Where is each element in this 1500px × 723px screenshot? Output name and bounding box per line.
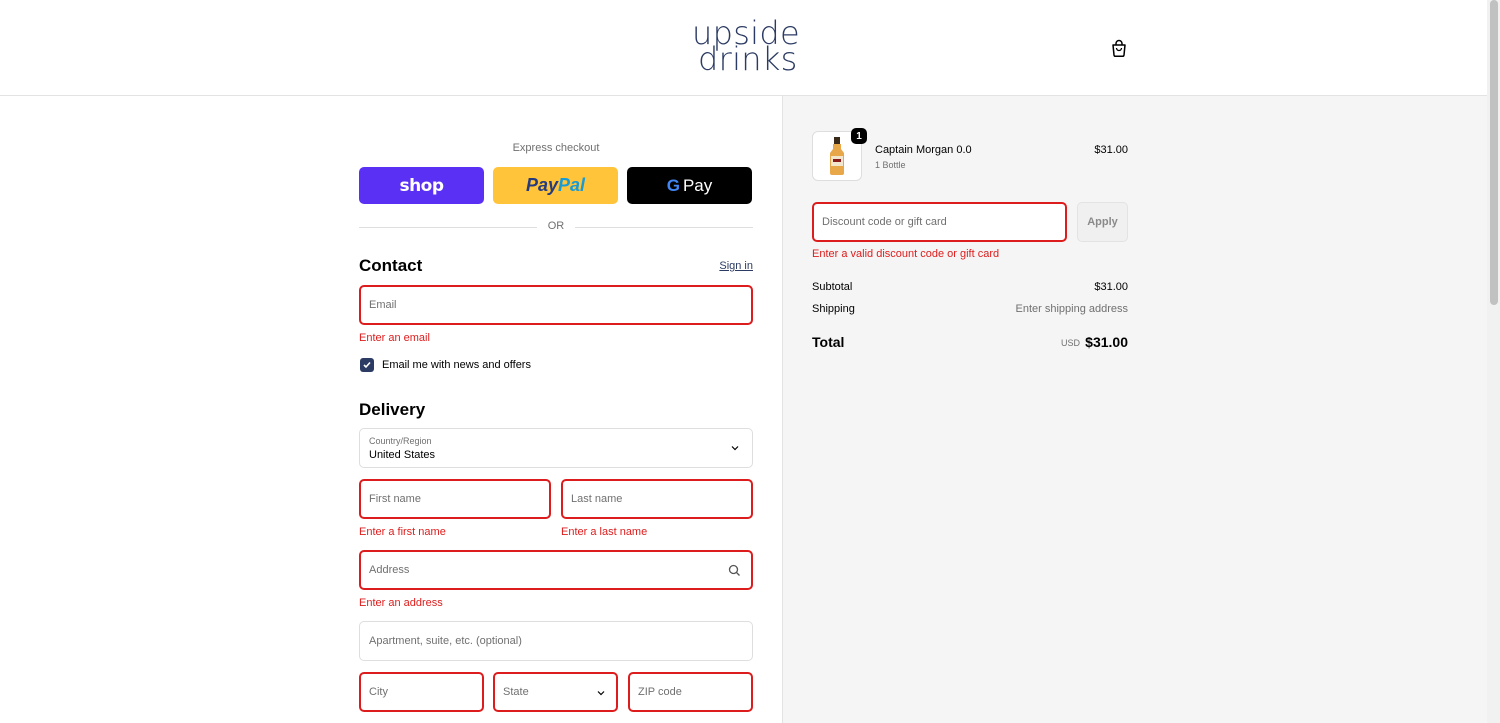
shipping-value: Enter shipping address	[1015, 303, 1128, 315]
first-name-field[interactable]: First name	[359, 479, 551, 519]
product-price: $31.00	[1094, 144, 1128, 156]
newsletter-option[interactable]: Email me with news and offers	[360, 358, 531, 372]
last-name-field[interactable]: Last name	[561, 479, 753, 519]
country-select[interactable]: Country/Region United States	[359, 428, 753, 468]
currency-code: USD	[1060, 338, 1080, 348]
paypal-button[interactable]: Pay Pal	[493, 167, 618, 204]
shop-pay-label: shop	[399, 175, 444, 196]
google-pay-button[interactable]: G Pay	[627, 167, 752, 204]
city-placeholder: City	[369, 686, 388, 698]
paypal-label-pal: Pal	[558, 175, 586, 195]
address-field[interactable]: Address	[359, 550, 753, 590]
city-field[interactable]: City	[359, 672, 484, 712]
quantity-badge: 1	[851, 128, 867, 144]
subtotal-row: Subtotal $31.00	[812, 281, 1128, 293]
page-scrollbar[interactable]	[1487, 0, 1500, 723]
chevron-down-icon	[731, 446, 739, 451]
newsletter-label: Email me with news and offers	[382, 359, 531, 371]
email-error: Enter an email	[359, 332, 430, 344]
shop-pay-button[interactable]: shop	[359, 167, 484, 204]
zip-placeholder: ZIP code	[638, 686, 682, 698]
country-value: United States	[369, 449, 436, 461]
email-placeholder: Email	[369, 299, 397, 311]
search-icon	[728, 564, 740, 576]
or-divider: OR	[359, 220, 753, 234]
logo-line-2: drinks	[698, 40, 798, 78]
state-placeholder: State	[503, 686, 529, 698]
last-name-error: Enter a last name	[561, 526, 648, 538]
sign-in-link[interactable]: Sign in	[719, 260, 753, 272]
total-row: Total USD $31.00	[812, 334, 1128, 352]
total-value: $31.00	[1085, 334, 1128, 350]
paypal-label-pay: Pay	[525, 175, 558, 195]
delivery-heading: Delivery	[359, 400, 426, 419]
discount-placeholder: Discount code or gift card	[822, 216, 947, 228]
checkmark-icon	[363, 361, 371, 369]
newsletter-checkbox[interactable]	[360, 358, 374, 372]
chevron-down-icon	[597, 691, 605, 696]
last-name-placeholder: Last name	[571, 493, 623, 505]
first-name-placeholder: First name	[369, 493, 421, 505]
email-field[interactable]: Email	[359, 285, 753, 325]
subtotal-label: Subtotal	[812, 281, 853, 293]
apartment-placeholder: Apartment, suite, etc. (optional)	[369, 635, 522, 647]
shipping-row: Shipping Enter shipping address	[812, 303, 1128, 315]
apply-discount-button[interactable]: Apply	[1077, 202, 1128, 242]
address-placeholder: Address	[369, 564, 410, 576]
country-label: Country/Region	[369, 436, 432, 446]
contact-heading: Contact	[359, 256, 423, 275]
shipping-label: Shipping	[812, 303, 855, 315]
product-variant: 1 Bottle	[875, 160, 906, 170]
first-name-error: Enter a first name	[359, 526, 446, 538]
apartment-field[interactable]: Apartment, suite, etc. (optional)	[359, 621, 753, 661]
site-header: upside drinks	[0, 0, 1487, 96]
zip-field[interactable]: ZIP code	[628, 672, 753, 712]
product-name: Captain Morgan 0.0	[875, 144, 972, 156]
address-error: Enter an address	[359, 597, 443, 609]
scrollbar-thumb[interactable]	[1490, 0, 1498, 305]
discount-code-field[interactable]: Discount code or gift card	[812, 202, 1067, 242]
divider-line-right	[575, 227, 753, 228]
shopping-bag-icon[interactable]	[1109, 38, 1129, 58]
discount-error: Enter a valid discount code or gift card	[812, 248, 1000, 260]
google-pay-label: Pay	[682, 175, 713, 195]
upside-drinks-logo[interactable]: upside drinks	[690, 17, 800, 78]
express-checkout-title: Express checkout	[512, 142, 600, 154]
subtotal-value: $31.00	[1094, 281, 1128, 293]
order-summary-panel	[782, 96, 1487, 723]
state-select[interactable]: State	[493, 672, 618, 712]
google-g-icon: G	[666, 175, 680, 195]
total-label: Total	[812, 334, 845, 350]
or-label: OR	[547, 220, 565, 232]
